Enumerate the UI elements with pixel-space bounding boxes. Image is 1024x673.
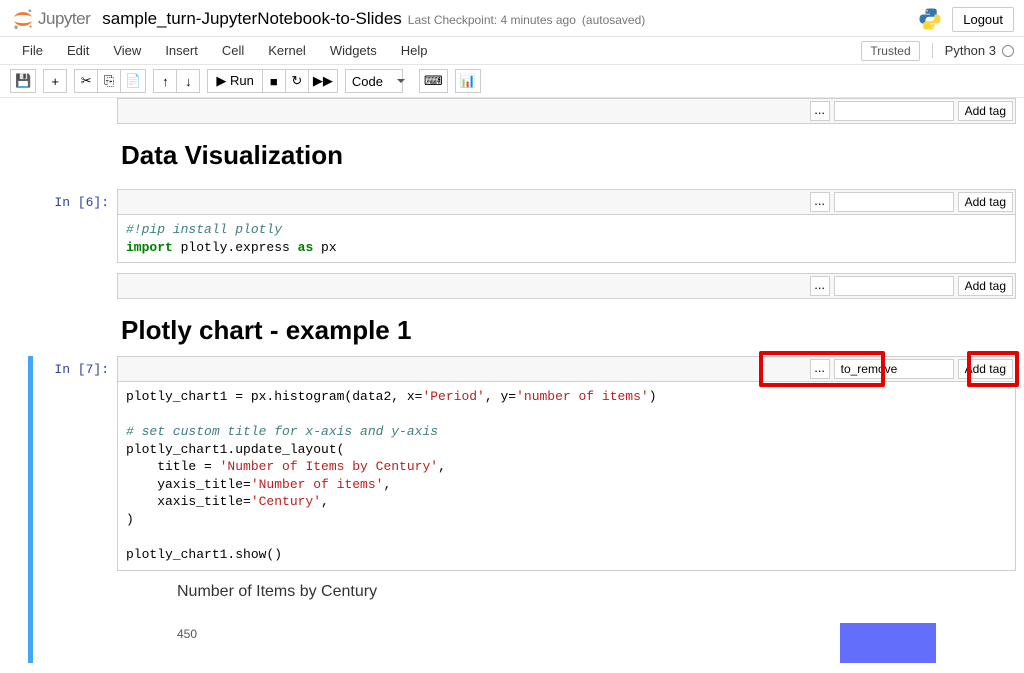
menu-edit[interactable]: Edit bbox=[55, 39, 101, 62]
python-icon bbox=[918, 7, 942, 31]
restart-run-all-button[interactable]: ▶▶ bbox=[308, 69, 338, 93]
menubar: File Edit View Insert Cell Kernel Widget… bbox=[0, 37, 1024, 65]
notebook-name[interactable]: sample_turn-JupyterNotebook-to-Slides bbox=[102, 9, 402, 29]
kernel-name[interactable]: Python 3 bbox=[932, 43, 1014, 58]
input-prompt: In [7]: bbox=[0, 356, 117, 570]
tag-input[interactable] bbox=[834, 276, 954, 296]
copy-button[interactable]: ⎘ bbox=[97, 69, 121, 93]
jupyter-logo: Jupyter bbox=[10, 6, 90, 32]
cell-menu-button[interactable]: ... bbox=[810, 101, 830, 121]
cell-menu-button[interactable]: ... bbox=[810, 276, 830, 296]
kernel-label: Python 3 bbox=[945, 43, 996, 58]
menu-widgets[interactable]: Widgets bbox=[318, 39, 389, 62]
autosave-text: (autosaved) bbox=[582, 13, 645, 27]
restart-button[interactable]: ↻ bbox=[285, 69, 309, 93]
code-cell-input[interactable]: plotly_chart1 = px.histogram(data2, x='P… bbox=[117, 382, 1016, 570]
logout-button[interactable]: Logout bbox=[952, 7, 1014, 32]
cut-button[interactable]: ✂ bbox=[74, 69, 98, 93]
chart-plot-area: 450 bbox=[177, 623, 1016, 663]
command-palette-button[interactable]: ⌨ bbox=[419, 69, 448, 93]
chart-bar bbox=[840, 623, 936, 663]
chart-title: Number of Items by Century bbox=[177, 583, 1016, 601]
code-cell-input[interactable]: #!pip install plotly import plotly.expre… bbox=[117, 215, 1016, 263]
toolbar: 💾 + ✂ ⎘ 📄 ↑ ↓ ▶ Run ■ ↻ ▶▶ Code ⌨ 📊 bbox=[0, 65, 1024, 98]
move-up-button[interactable]: ↑ bbox=[153, 69, 177, 93]
paste-button[interactable]: 📄 bbox=[120, 69, 146, 93]
menu-cell[interactable]: Cell bbox=[210, 39, 256, 62]
tag-input[interactable] bbox=[834, 192, 954, 212]
menu-kernel[interactable]: Kernel bbox=[256, 39, 318, 62]
cell-menu-button[interactable]: ... bbox=[810, 192, 830, 212]
tag-input[interactable] bbox=[834, 101, 954, 121]
plotly-chart-output[interactable]: Number of Items by Century 450 bbox=[117, 571, 1016, 663]
prompt-empty bbox=[0, 98, 117, 124]
output-prompt bbox=[0, 571, 117, 663]
cell-type-select[interactable]: Code bbox=[345, 69, 403, 93]
add-tag-button[interactable]: Add tag bbox=[958, 192, 1013, 212]
cell-menu-button[interactable]: ... bbox=[810, 359, 830, 379]
trusted-badge[interactable]: Trusted bbox=[861, 41, 919, 61]
add-tag-button[interactable]: Add tag bbox=[958, 359, 1013, 379]
jupyter-wordmark: Jupyter bbox=[38, 9, 90, 29]
menu-view[interactable]: View bbox=[101, 39, 153, 62]
markdown-heading[interactable]: Data Visualization bbox=[117, 128, 1016, 179]
header-right: Logout bbox=[918, 7, 1014, 32]
run-button[interactable]: ▶ Run bbox=[207, 69, 262, 93]
save-button[interactable]: 💾 bbox=[10, 69, 36, 93]
tag-chip[interactable]: to_remove bbox=[834, 359, 954, 379]
y-axis-tick: 450 bbox=[177, 627, 197, 641]
add-cell-button[interactable]: + bbox=[43, 69, 67, 93]
notebook-header: Jupyter sample_turn-JupyterNotebook-to-S… bbox=[0, 0, 1024, 37]
markdown-heading[interactable]: Plotly chart - example 1 bbox=[117, 303, 1016, 354]
input-prompt: In [6]: bbox=[0, 189, 117, 263]
menu-help[interactable]: Help bbox=[389, 39, 440, 62]
menu-file[interactable]: File bbox=[10, 39, 55, 62]
title-area: sample_turn-JupyterNotebook-to-Slides La… bbox=[102, 9, 918, 29]
add-tag-button[interactable]: Add tag bbox=[958, 101, 1013, 121]
checkpoint-text: Last Checkpoint: 4 minutes ago bbox=[408, 13, 576, 27]
prompt-empty bbox=[0, 273, 117, 299]
kernel-indicator-icon bbox=[1002, 45, 1014, 57]
add-tag-button[interactable]: Add tag bbox=[958, 276, 1013, 296]
slideshow-button[interactable]: 📊 bbox=[455, 69, 481, 93]
tag-bar: ... Add tag bbox=[117, 189, 1016, 215]
prompt-empty bbox=[0, 303, 117, 354]
tag-bar: ... to_remove Add tag bbox=[117, 356, 1016, 382]
jupyter-icon bbox=[10, 6, 36, 32]
tag-bar: ... Add tag bbox=[117, 98, 1016, 124]
notebook-container: ... Add tag Data Visualization In [6]: .… bbox=[0, 98, 1024, 663]
menu-insert[interactable]: Insert bbox=[153, 39, 210, 62]
stop-button[interactable]: ■ bbox=[262, 69, 286, 93]
prompt-empty bbox=[0, 128, 117, 179]
move-down-button[interactable]: ↓ bbox=[176, 69, 200, 93]
tag-bar: ... Add tag bbox=[117, 273, 1016, 299]
